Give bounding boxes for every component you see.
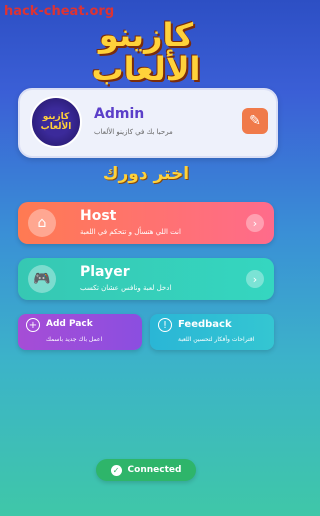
player-title: Player bbox=[80, 264, 130, 280]
avatar-line2: الألعاب bbox=[40, 122, 72, 132]
pencil-icon: ✎ bbox=[249, 113, 261, 129]
gamepad-icon: 🎮 bbox=[28, 265, 56, 293]
player-button[interactable]: 🎮 Player ادخل لعبة ونافس عشان تكسب › bbox=[18, 258, 274, 300]
logo-line1: كازينو bbox=[98, 16, 194, 54]
profile-name: Admin bbox=[94, 106, 145, 122]
check-icon: ✓ bbox=[110, 464, 122, 476]
host-icon: ⌂ bbox=[28, 209, 56, 237]
lightbulb-icon: ! bbox=[158, 318, 172, 332]
host-button[interactable]: ⌂ Host انت اللي هتسأل و تتحكم في اللعبة … bbox=[18, 202, 274, 244]
host-subtitle: انت اللي هتسأل و تتحكم في اللعبة bbox=[80, 228, 181, 236]
player-subtitle: ادخل لعبة ونافس عشان تكسب bbox=[80, 284, 172, 292]
edit-profile-button[interactable]: ✎ bbox=[242, 108, 268, 134]
logo-line2: الألعاب bbox=[91, 50, 201, 88]
watermark-text: hack-cheat.org bbox=[4, 4, 115, 19]
plus-circle-icon: + bbox=[26, 318, 40, 332]
feedback-subtitle: اقتراحات وأفكار لتحسين اللعبة bbox=[178, 336, 255, 343]
add-pack-title: Add Pack bbox=[46, 319, 93, 329]
feedback-button[interactable]: ! Feedback اقتراحات وأفكار لتحسين اللعبة bbox=[150, 314, 274, 350]
feedback-title: Feedback bbox=[178, 319, 232, 330]
choose-role-heading: اختر دورك bbox=[102, 164, 190, 184]
host-title: Host bbox=[80, 208, 117, 224]
avatar-line1: كازينو bbox=[42, 112, 70, 122]
chevron-right-icon: › bbox=[246, 270, 264, 288]
add-pack-button[interactable]: + Add Pack اعمل باك جديد باسمك bbox=[18, 314, 142, 350]
avatar: كازينو الألعاب bbox=[30, 96, 82, 148]
chevron-right-icon: › bbox=[246, 214, 264, 232]
app-logo: كازينو الألعاب bbox=[0, 18, 292, 86]
profile-card: كازينو الألعاب Admin مرحبا بك في كازينو … bbox=[18, 88, 278, 158]
connection-status-badge: ✓ Connected bbox=[96, 459, 196, 481]
connection-status-label: Connected bbox=[127, 465, 182, 475]
add-pack-subtitle: اعمل باك جديد باسمك bbox=[46, 336, 103, 343]
profile-welcome-text: مرحبا بك في كازينو الألعاب bbox=[94, 128, 173, 136]
